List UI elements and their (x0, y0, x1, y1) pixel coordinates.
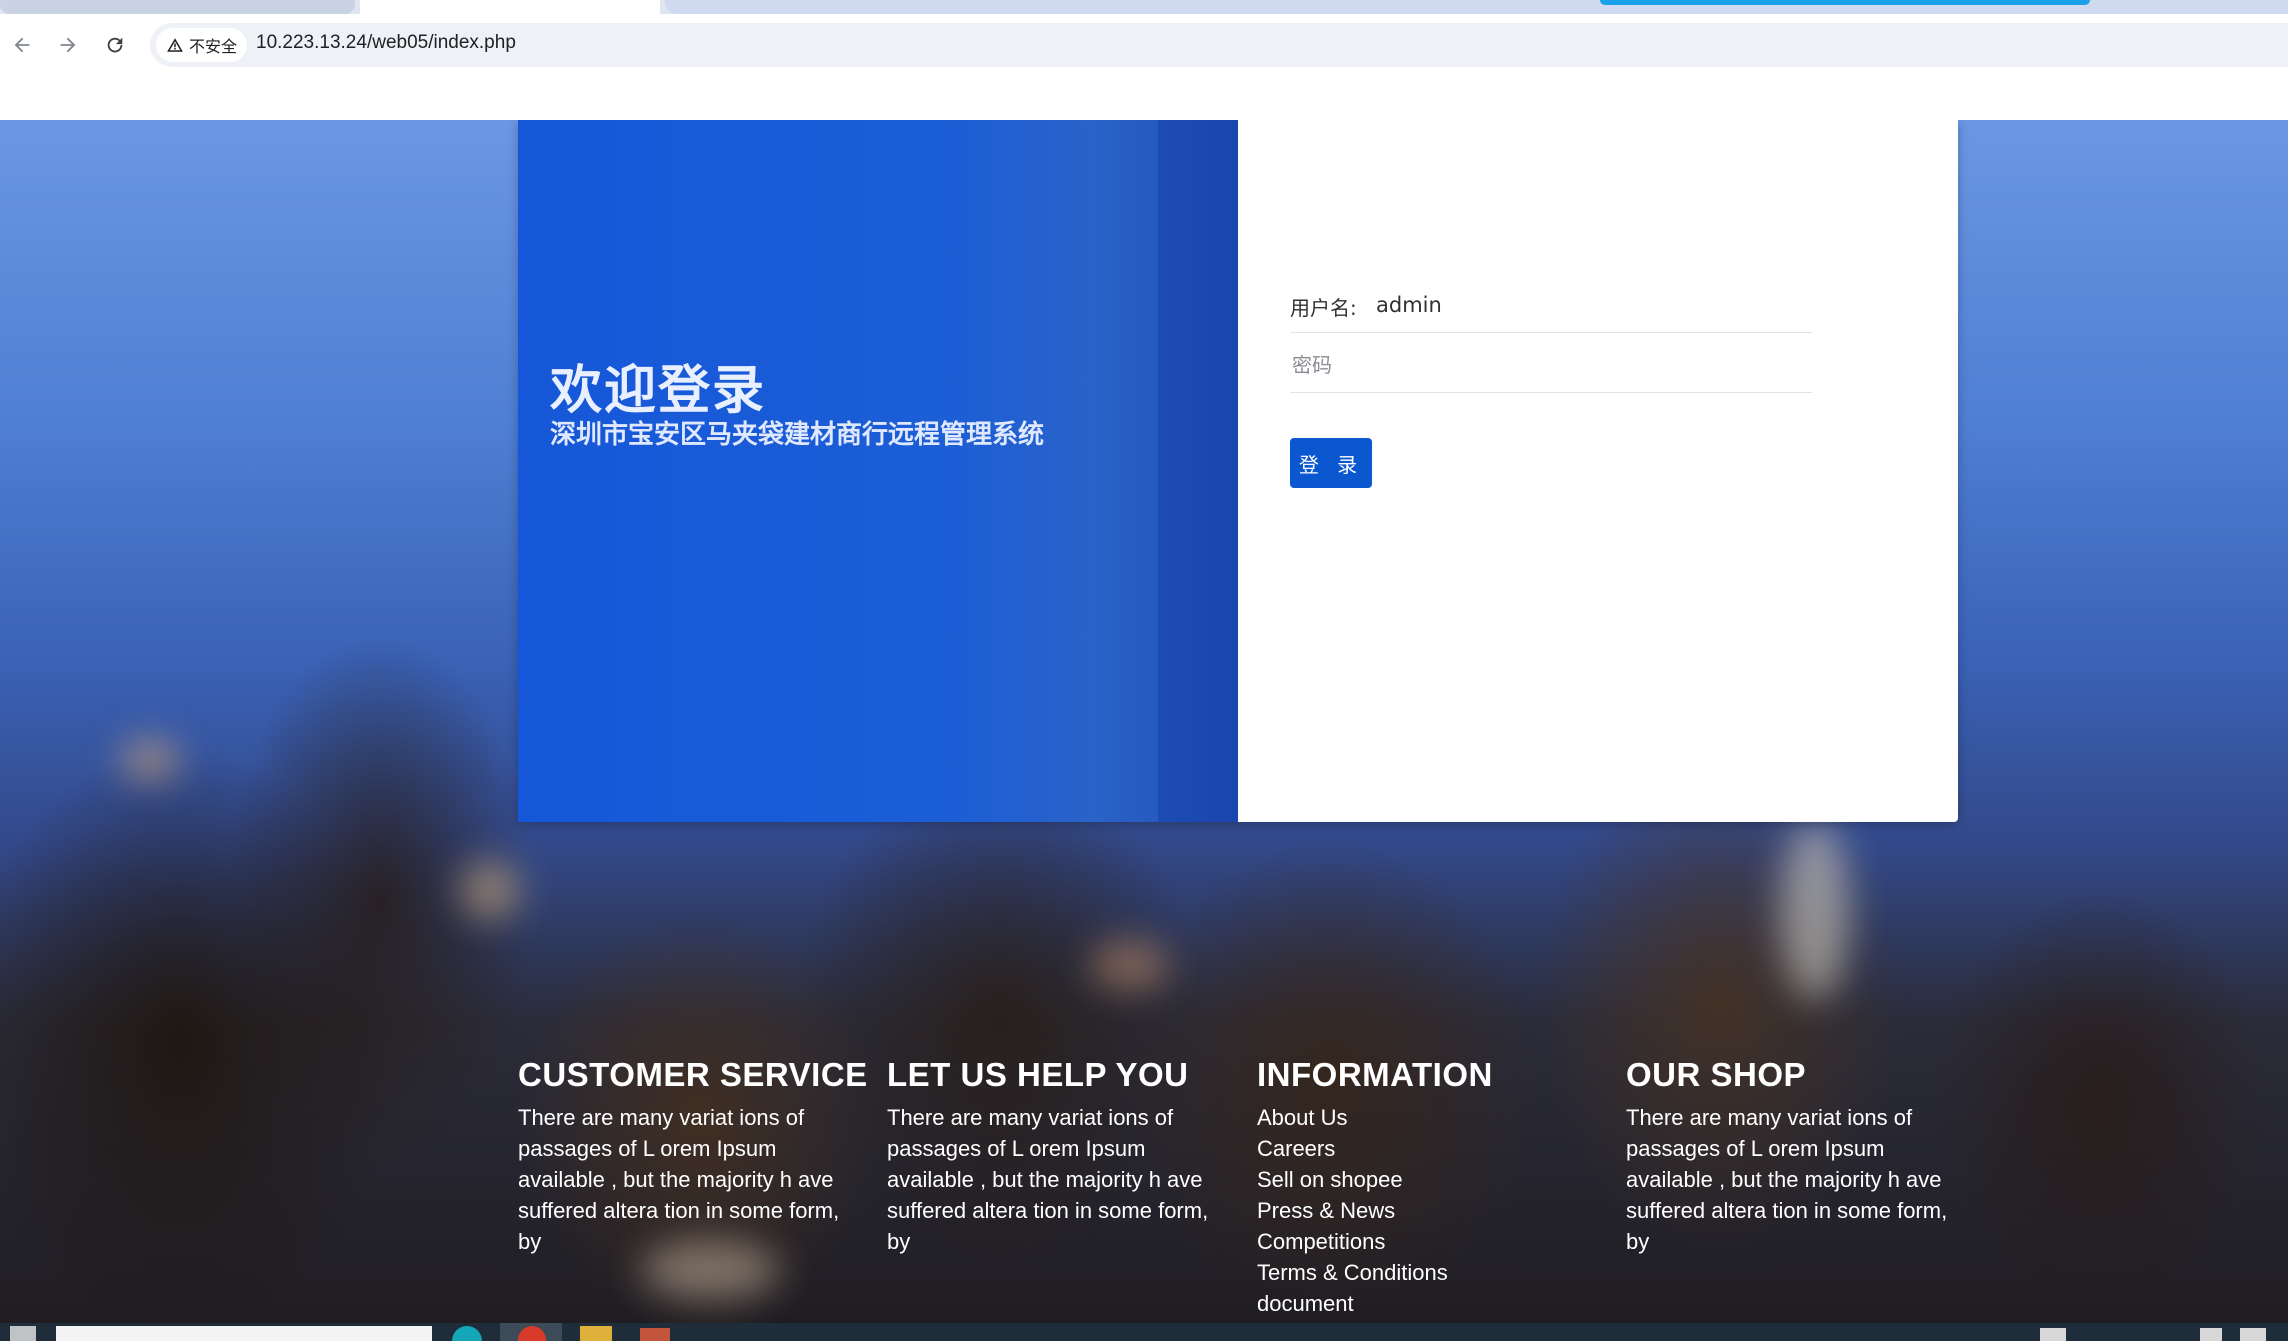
login-card: 欢迎登录 深圳市宝安区马夹袋建材商行远程管理系统 用户名: 登 录 (518, 120, 1958, 822)
welcome-title: 欢迎登录 (550, 361, 767, 421)
login-form: 用户名: 登 录 (1238, 120, 1958, 822)
security-label: 不安全 (189, 37, 238, 56)
warning-triangle-icon (167, 38, 183, 52)
browser-tab-active[interactable] (360, 0, 660, 14)
taskbar-app[interactable] (640, 1328, 670, 1341)
taskbar-app-icon (518, 1326, 546, 1341)
footer-information: INFORMATION About Us Careers Sell on sho… (1257, 1056, 1607, 1319)
footer-help: LET US HELP YOU There are many variat io… (887, 1056, 1237, 1257)
footer-link-press[interactable]: Press & News (1257, 1195, 1607, 1226)
url-text[interactable]: 10.223.13.24/web05/index.php (256, 32, 516, 54)
tab-loading-indicator (1600, 0, 2090, 5)
footer-text: There are many variat ions of passages o… (887, 1105, 1209, 1254)
reload-button[interactable] (97, 28, 133, 62)
browser-tab-strip (0, 0, 2288, 14)
tray-icon[interactable] (2040, 1328, 2066, 1341)
taskbar-search[interactable] (56, 1326, 432, 1341)
username-input[interactable] (1374, 288, 1798, 322)
footer-links: About Us Careers Sell on shopee Press & … (1257, 1102, 1607, 1319)
footer-text: There are many variat ions of passages o… (1626, 1105, 1948, 1254)
panel-decoration (1158, 120, 1238, 822)
username-label: 用户名: (1290, 296, 1357, 320)
tray-icon[interactable] (2240, 1328, 2266, 1341)
footer-link-terms[interactable]: Terms & Conditions (1257, 1257, 1607, 1288)
back-button[interactable] (4, 28, 40, 62)
footer-heading: OUR SHOP (1626, 1056, 1807, 1093)
welcome-panel: 欢迎登录 深圳市宝安区马夹袋建材商行远程管理系统 (518, 120, 1238, 822)
background-light (1090, 940, 1170, 990)
username-field: 用户名: (1290, 278, 1812, 333)
os-taskbar (0, 1323, 2288, 1341)
password-input[interactable] (1290, 348, 1794, 382)
login-button[interactable]: 登 录 (1290, 438, 1372, 488)
password-field (1290, 338, 1812, 393)
taskbar-app-explorer[interactable] (580, 1326, 612, 1341)
footer-link-document[interactable]: document (1257, 1288, 1607, 1319)
footer-link-careers[interactable]: Careers (1257, 1133, 1607, 1164)
footer-link-sell[interactable]: Sell on shopee (1257, 1164, 1607, 1195)
back-arrow-icon (14, 37, 30, 53)
footer-text: There are many variat ions of passages o… (518, 1105, 840, 1254)
page-background: 欢迎登录 深圳市宝安区马夹袋建材商行远程管理系统 用户名: 登 录 CUSTOM… (0, 120, 2288, 1323)
browser-tab-inactive[interactable] (0, 0, 355, 14)
footer-heading: CUSTOMER SERVICE (518, 1056, 868, 1093)
browser-toolbar: 不安全 10.223.13.24/web05/index.php (0, 14, 2288, 76)
background-light (460, 860, 520, 920)
footer-customer-service: CUSTOMER SERVICE There are many variat i… (518, 1056, 868, 1257)
start-button[interactable] (10, 1326, 36, 1341)
background-light (1780, 820, 1850, 1000)
bookmark-bar (0, 76, 2288, 121)
address-bar[interactable]: 不安全 10.223.13.24/web05/index.php (150, 23, 2288, 67)
taskbar-app-active[interactable] (500, 1323, 562, 1341)
system-name: 深圳市宝安区马夹袋建材商行远程管理系统 (550, 420, 1045, 450)
tray-icon[interactable] (2200, 1328, 2222, 1341)
footer-link-competitions[interactable]: Competitions (1257, 1226, 1607, 1257)
footer-link-about[interactable]: About Us (1257, 1102, 1607, 1133)
footer-heading: INFORMATION (1257, 1056, 1493, 1093)
background-light (120, 740, 180, 780)
footer-heading: LET US HELP YOU (887, 1056, 1189, 1093)
forward-button[interactable] (50, 28, 86, 62)
footer-shop: OUR SHOP There are many variat ions of p… (1626, 1056, 1976, 1257)
forward-arrow-icon (60, 37, 76, 53)
reload-icon (107, 37, 123, 53)
security-indicator[interactable]: 不安全 (156, 28, 248, 62)
taskbar-app-edge[interactable] (452, 1326, 482, 1341)
